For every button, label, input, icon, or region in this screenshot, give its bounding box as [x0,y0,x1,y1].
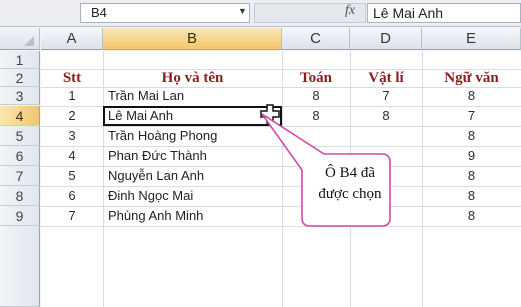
cell-d3[interactable]: 7 [350,87,422,105]
select-all-icon [24,36,34,46]
callout-line-2: được chọn [318,186,382,202]
name-box[interactable]: B4 [80,3,250,23]
row-header-7[interactable]: 7 [0,166,40,186]
cell-e4[interactable]: 7 [422,107,521,125]
cell-b6[interactable]: Phan Đức Thành [108,147,280,165]
callout-line-1: Ô B4 đã [325,165,375,181]
row-header-blank [0,226,40,307]
cell-e8[interactable]: 8 [422,187,521,205]
gridline [103,51,104,307]
callout-text: Ô B4 đã được chọn [302,163,398,205]
cell-b9[interactable]: Phùng Anh Minh [108,207,280,225]
column-header-e[interactable]: E [422,28,521,50]
row-header-5[interactable]: 5 [0,126,40,146]
cell-b5[interactable]: Trần Hoàng Phong [108,127,280,145]
row-header-2[interactable]: 2 [0,69,40,87]
cell-b2[interactable]: Họ và tên [103,69,282,87]
cell-e9[interactable]: 8 [422,207,521,225]
cell-e3[interactable]: 8 [422,87,521,105]
cell-c3[interactable]: 8 [282,87,350,105]
row-header-6[interactable]: 6 [0,146,40,166]
cell-b3[interactable]: Trần Mai Lan [108,87,280,105]
cell-e6[interactable]: 9 [422,147,521,165]
cell-c2[interactable]: Toán [282,69,350,87]
cell-a9[interactable]: 7 [41,207,103,225]
cell-a3[interactable]: 1 [41,87,103,105]
formula-input[interactable]: Lê Mai Anh [367,3,521,23]
column-header-b[interactable]: B [103,28,282,50]
cell-a6[interactable]: 4 [41,147,103,165]
cell-b8[interactable]: Đinh Ngọc Mai [108,187,280,205]
cell-d2[interactable]: Vật lí [350,69,422,87]
cell-a2[interactable]: Stt [41,69,103,87]
cell-e2[interactable]: Ngữ văn [422,69,521,87]
row-header-8[interactable]: 8 [0,186,40,206]
cell-e5[interactable]: 8 [422,127,521,145]
row-header-1[interactable]: 1 [0,51,40,69]
cell-b7[interactable]: Nguyễn Lan Anh [108,167,280,185]
cell-a8[interactable]: 6 [41,187,103,205]
cell-a4[interactable]: 2 [41,107,103,125]
cell-a7[interactable]: 5 [41,167,103,185]
column-header-d[interactable]: D [350,28,422,50]
insert-function-icon[interactable]: fx [345,3,355,19]
row-header-9[interactable]: 9 [0,206,40,226]
row-header-4[interactable]: 4 [0,106,40,126]
column-header-c[interactable]: C [282,28,350,50]
cell-e7[interactable]: 8 [422,167,521,185]
chevron-down-icon[interactable]: ▼ [238,6,247,16]
active-cell-border [103,106,282,126]
column-header-a[interactable]: A [41,28,103,50]
select-all-button[interactable] [0,28,40,50]
row-header-3[interactable]: 3 [0,87,40,105]
cell-a5[interactable]: 3 [41,127,103,145]
